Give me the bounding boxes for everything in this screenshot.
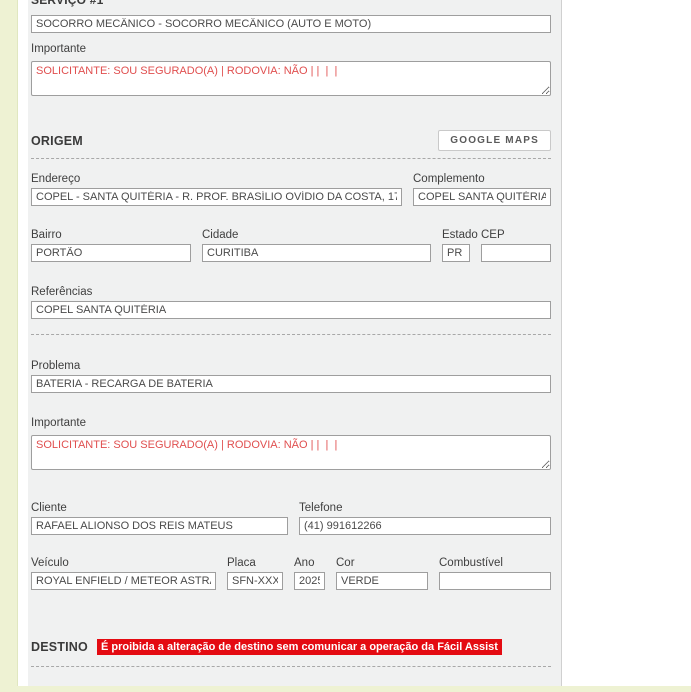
destino-warning-badge: É proibida a alteração de destino sem co… bbox=[96, 639, 502, 655]
problema-label: Problema bbox=[31, 360, 81, 372]
origem-importante-label: Importante bbox=[31, 417, 86, 429]
veiculo-row: Veículo Placa Ano Cor Combustível bbox=[31, 557, 551, 590]
ano-label: Ano bbox=[294, 557, 315, 569]
origem-problema-input[interactable] bbox=[31, 375, 551, 393]
origem-endereco-input[interactable] bbox=[31, 188, 402, 206]
estado-label: Estado bbox=[442, 229, 478, 241]
ano-group: Ano bbox=[294, 557, 325, 590]
cor-group: Cor bbox=[336, 557, 428, 590]
origem-problema-group: Problema bbox=[31, 360, 551, 393]
combustivel-group: Combustível bbox=[439, 557, 551, 590]
left-side-strip bbox=[0, 0, 18, 692]
origem-estado-input[interactable] bbox=[442, 244, 470, 262]
telefone-group: Telefone bbox=[299, 502, 551, 535]
service-section-title: SERVIÇO #1 bbox=[31, 0, 104, 7]
placa-label: Placa bbox=[227, 557, 256, 569]
importante-label: Importante bbox=[31, 43, 86, 55]
origem-problem-divider bbox=[31, 334, 551, 335]
destino-header: DESTINO É proibida a alteração de destin… bbox=[31, 639, 551, 655]
veiculo-group: Veículo bbox=[31, 557, 216, 590]
veiculo-label: Veículo bbox=[31, 557, 69, 569]
origem-city-row: Bairro Cidade Estado CEP bbox=[31, 229, 551, 262]
origem-section-title: ORIGEM bbox=[31, 133, 83, 148]
origem-referencias-group: Referências bbox=[31, 286, 551, 319]
cliente-row: Cliente Telefone bbox=[31, 502, 551, 535]
placa-group: Placa bbox=[227, 557, 283, 590]
cidade-label: Cidade bbox=[202, 229, 239, 241]
origem-bairro-input[interactable] bbox=[31, 244, 191, 262]
combustivel-label: Combustível bbox=[439, 557, 503, 569]
destino-divider bbox=[31, 666, 551, 667]
cep-label: CEP bbox=[481, 229, 505, 241]
cliente-input[interactable] bbox=[31, 517, 288, 535]
bairro-label: Bairro bbox=[31, 229, 62, 241]
placa-input[interactable] bbox=[227, 572, 283, 590]
combustivel-input[interactable] bbox=[439, 572, 551, 590]
origem-divider bbox=[31, 158, 551, 159]
origem-bairro-group: Bairro bbox=[31, 229, 191, 262]
origem-estado-group: Estado bbox=[442, 229, 478, 262]
origem-cidade-group: Cidade bbox=[202, 229, 431, 262]
telefone-input[interactable] bbox=[299, 517, 551, 535]
google-maps-button[interactable]: GOOGLE MAPS bbox=[438, 130, 551, 151]
complemento-label: Complemento bbox=[413, 173, 485, 185]
origem-referencias-input[interactable] bbox=[31, 301, 551, 319]
telefone-label: Telefone bbox=[299, 502, 343, 514]
origem-complemento-input[interactable] bbox=[413, 188, 551, 206]
cliente-group: Cliente bbox=[31, 502, 288, 535]
bottom-side-strip bbox=[0, 686, 691, 692]
veiculo-input[interactable] bbox=[31, 572, 216, 590]
service-type-input[interactable] bbox=[31, 15, 551, 33]
cor-input[interactable] bbox=[336, 572, 428, 590]
cliente-label: Cliente bbox=[31, 502, 67, 514]
service-form-panel: SERVIÇO #1 Importante SOLICITANTE: SOU S… bbox=[28, 0, 562, 686]
destino-section-title: DESTINO bbox=[31, 640, 88, 654]
origem-cidade-input[interactable] bbox=[202, 244, 431, 262]
origem-cep-input[interactable] bbox=[481, 244, 551, 262]
referencias-label: Referências bbox=[31, 286, 93, 298]
origem-address-row: Endereço Complemento bbox=[31, 173, 551, 206]
origem-cep-group: CEP bbox=[481, 229, 551, 262]
origem-endereco-group: Endereço bbox=[31, 173, 402, 206]
origem-importante-textarea[interactable]: SOLICITANTE: SOU SEGURADO(A) | RODOVIA: … bbox=[31, 435, 551, 470]
origem-complemento-group: Complemento bbox=[413, 173, 551, 206]
ano-input[interactable] bbox=[294, 572, 325, 590]
service-importante-textarea[interactable]: SOLICITANTE: SOU SEGURADO(A) | RODOVIA: … bbox=[31, 61, 551, 96]
origem-header: ORIGEM GOOGLE MAPS bbox=[31, 130, 551, 151]
endereco-label: Endereço bbox=[31, 173, 81, 185]
cor-label: Cor bbox=[336, 557, 355, 569]
